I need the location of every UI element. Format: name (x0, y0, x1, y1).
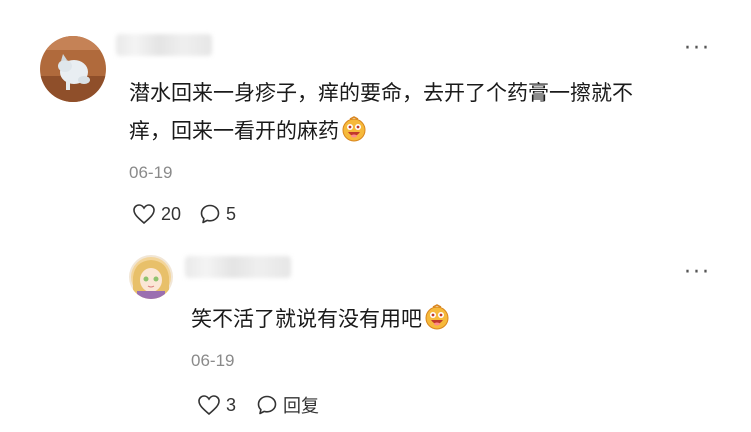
reply-username-blurred[interactable] (185, 256, 291, 278)
avatar[interactable] (40, 36, 106, 102)
username-blurred[interactable] (116, 34, 212, 56)
comment-actions: 20 5 (132, 203, 236, 225)
avatar-cat-image (40, 36, 106, 102)
comment-text-line-1: 潜水回来一身疹子，痒的要命，去开了个药膏一擦就不 (129, 81, 633, 105)
like-count: 20 (161, 203, 182, 224)
heart-icon (133, 204, 155, 225)
reply-label: 回复 (283, 396, 320, 416)
laughing-emoji-icon (341, 116, 367, 154)
heart-icon (198, 395, 220, 416)
reply-count: 5 (226, 203, 237, 224)
avatar-anime-image (129, 255, 173, 299)
reply-text: 笑不活了就说有没有用吧 (191, 300, 731, 342)
reply-actions: 3 回复 (197, 392, 319, 418)
comment-date: 06-19 (129, 163, 173, 182)
reply-button[interactable]: 回复 (256, 392, 319, 418)
comment-bubble-icon (200, 204, 220, 224)
reply-avatar[interactable] (129, 255, 173, 299)
comment-bubble-icon (257, 395, 277, 415)
reply-like-button[interactable]: 3 (197, 394, 236, 416)
reply-date: 06-19 (191, 351, 235, 370)
more-options-icon[interactable]: ··· (684, 38, 711, 60)
reply-more-options-icon[interactable]: ··· (684, 262, 711, 284)
reply-like-count: 3 (226, 394, 237, 415)
reply-count-button[interactable]: 5 (199, 203, 236, 225)
reply-item: ··· 笑不活了就说有没有用吧 06-19 3 回复 (0, 240, 751, 432)
comment-text-line-2: 痒，回来一看开的麻药 (129, 112, 739, 154)
laughing-emoji-icon (424, 304, 450, 342)
comment-text: 潜水回来一身疹子，痒的要命，去开了个药膏一擦就不 痒，回来一看开的麻药 (129, 74, 739, 154)
comment-item: ··· 潜水回来一身疹子，痒的要命，去开了个药膏一擦就不 痒，回来一看开的麻药 … (0, 0, 751, 240)
like-button[interactable]: 20 (132, 203, 181, 225)
